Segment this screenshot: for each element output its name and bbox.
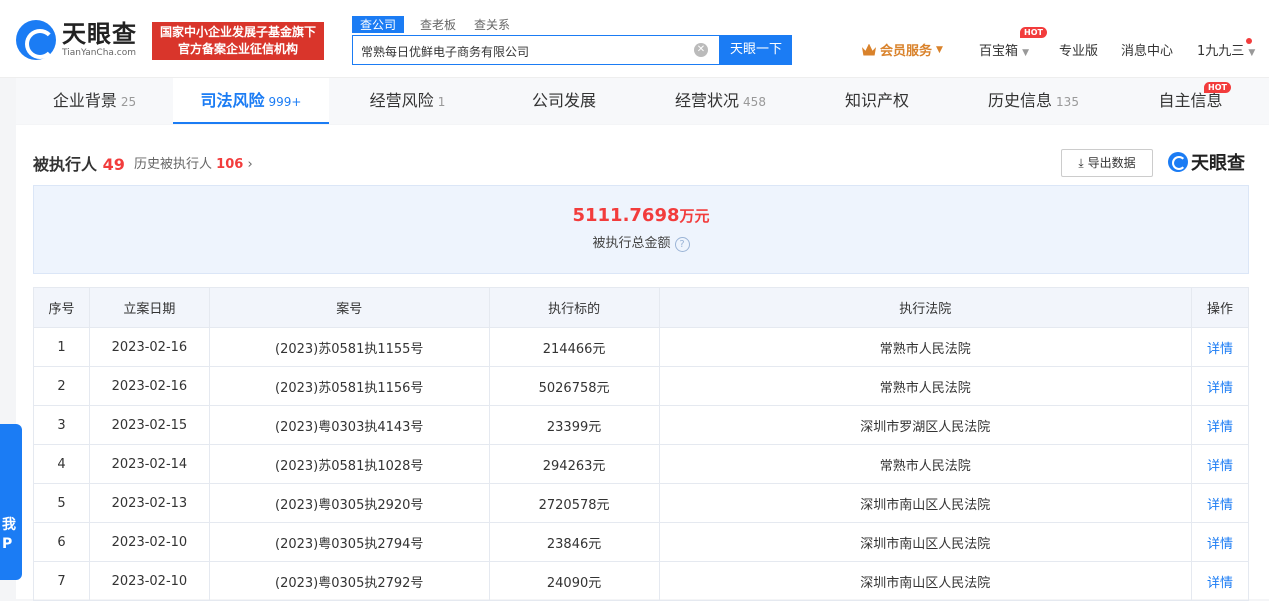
message-center-link[interactable]: 消息中心 [1121, 40, 1173, 59]
tab-operation-risk[interactable]: 经营风险 1 [329, 78, 486, 124]
tab-self-info[interactable]: 自主信息 [1112, 78, 1269, 124]
table-row: 3 2023-02-15 (2023)粤0303执4143号 23399元 深圳市罗湖区… [33, 405, 1249, 445]
section-title: 被执行人 49 [33, 155, 125, 174]
logo-title: 天眼查 [62, 20, 137, 48]
col-court: 执行法院 [658, 287, 1193, 328]
detail-link[interactable]: 详情 [1191, 561, 1249, 601]
logo-domain: TianYanCha.com [62, 48, 137, 58]
tab-intellectual-property[interactable]: 知识产权 [799, 78, 955, 124]
logo-icon [1168, 152, 1188, 172]
hot-badge: HOT [1204, 82, 1231, 93]
caret-down-icon: ▼ [936, 44, 943, 55]
tab-judicial-risk[interactable]: 司法风险 999+ [173, 78, 329, 124]
search-tab-boss[interactable]: 查老板 [418, 16, 458, 33]
col-filing-date: 立案日期 [88, 287, 210, 328]
app-download-float[interactable]: 我 P [0, 424, 22, 580]
search-input[interactable]: 常熟每日优鲜电子商务有限公司 [352, 35, 720, 65]
logo-icon [16, 20, 56, 60]
caret-down-icon: ▼ [1248, 48, 1256, 58]
brand-watermark: 天眼查 [1168, 149, 1245, 175]
company-tabs: 企业背景 25 司法风险 999+ 经营风险 1 公司发展 经营状况 458 知识产权 … [16, 78, 1269, 124]
vip-service-menu[interactable]: 会员服务 ▼ [862, 40, 943, 59]
detail-link[interactable]: 详情 [1191, 366, 1249, 406]
treasure-box-menu[interactable]: 百宝箱 ▼ [979, 40, 1029, 59]
crown-icon [862, 43, 876, 56]
table-row: 7 2023-02-10 (2023)粤0305执2792号 24090元 深圳市南山区… [33, 561, 1249, 601]
col-amount: 执行标的 [488, 287, 660, 328]
table-header-row: 序号 立案日期 案号 执行标的 执行法院 操作 [33, 287, 1249, 328]
search-tab-company[interactable]: 查公司 [352, 16, 405, 33]
tab-company-development[interactable]: 公司发展 [486, 78, 642, 124]
caret-down-icon: ▼ [1022, 48, 1030, 58]
table-row: 2 2023-02-16 (2023)苏0581执1156号 5026758元 常熟市人… [33, 366, 1249, 406]
detail-link[interactable]: 详情 [1191, 405, 1249, 445]
tab-history-info[interactable]: 历史信息 135 [955, 78, 1112, 124]
notification-dot [1246, 38, 1252, 44]
col-index: 序号 [33, 287, 90, 328]
col-action: 操作 [1191, 287, 1249, 328]
total-amount: 5111.7698万元 [572, 205, 710, 226]
detail-link[interactable]: 详情 [1191, 483, 1249, 523]
section-count: 49 [102, 155, 125, 174]
history-executed-link[interactable]: 历史被执行人 106 › [134, 153, 253, 172]
detail-link[interactable]: 详情 [1191, 522, 1249, 562]
download-icon: ⤓ [1078, 156, 1084, 170]
site-logo[interactable]: 天眼查 TianYanCha.com [16, 20, 137, 60]
table-row: 1 2023-02-16 (2023)苏0581执1155号 214466元 常熟市人民… [33, 327, 1249, 367]
col-case-number: 案号 [208, 287, 490, 328]
search-button[interactable]: 天眼一下 [720, 35, 792, 65]
executed-table: 序号 立案日期 案号 执行标的 执行法院 操作 1 2023-02-16 (2023… [33, 287, 1249, 601]
chevron-right-icon: › [247, 157, 253, 172]
search-type-tabs: 查公司 查老板 查关系 [352, 16, 512, 33]
hot-badge: HOT [1020, 27, 1047, 38]
tab-company-background[interactable]: 企业背景 25 [16, 78, 173, 124]
official-banner[interactable]: 国家中小企业发展子基金旗下 官方备案企业征信机构 [152, 22, 324, 60]
export-data-button[interactable]: ⤓ 导出数据 [1061, 149, 1153, 177]
search-tab-relation[interactable]: 查关系 [472, 16, 512, 33]
top-header: 天眼查 TianYanCha.com 国家中小企业发展子基金旗下 官方备案企业征… [0, 0, 1269, 78]
help-icon[interactable]: ? [674, 237, 690, 252]
total-amount-summary: 5111.7698万元 被执行总金额? [33, 185, 1249, 274]
clear-search-icon[interactable]: ✕ [694, 43, 708, 57]
table-row: 4 2023-02-14 (2023)苏0581执1028号 294263元 常熟市人民… [33, 444, 1249, 484]
executed-person-section: 被执行人 49 历史被执行人 106 › ⤓ 导出数据 天眼查 5111.769… [16, 125, 1269, 601]
table-row: 6 2023-02-10 (2023)粤0305执2794号 23846元 深圳市南山区… [33, 522, 1249, 562]
tab-business-status[interactable]: 经营状况 458 [642, 78, 799, 124]
total-amount-label: 被执行总金额? [34, 232, 1248, 252]
pro-version-link[interactable]: 专业版 [1059, 40, 1098, 59]
detail-link[interactable]: 详情 [1191, 444, 1249, 484]
table-row: 5 2023-02-13 (2023)粤0305执2920号 2720578元 深圳市南… [33, 483, 1249, 523]
detail-link[interactable]: 详情 [1191, 327, 1249, 367]
